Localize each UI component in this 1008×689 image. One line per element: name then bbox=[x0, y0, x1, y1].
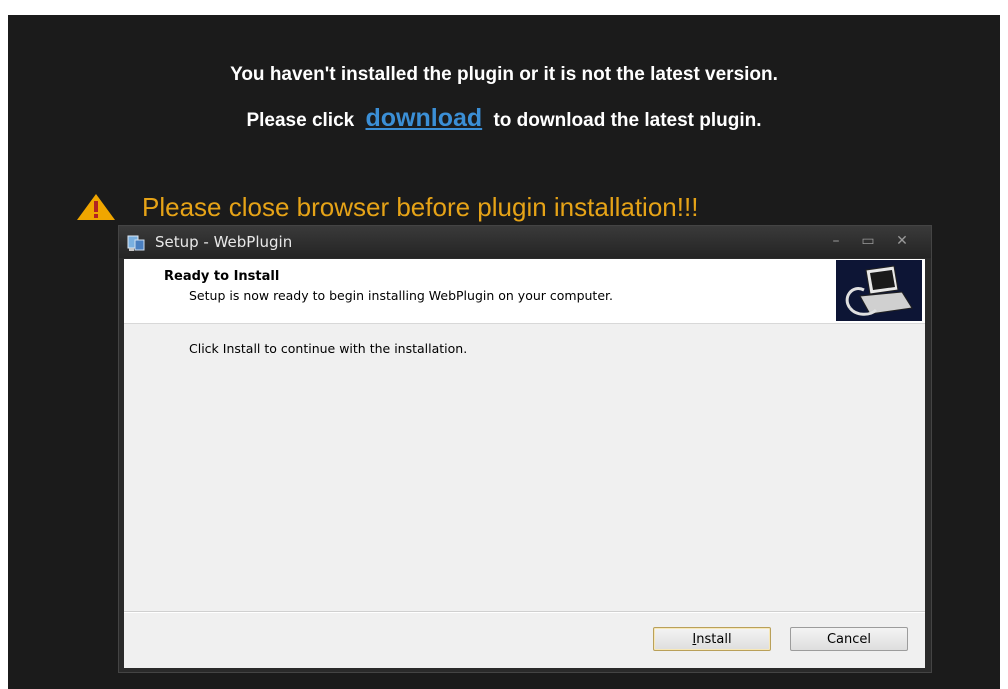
dialog-titlebar[interactable]: Setup - WebPlugin – ▭ ✕ bbox=[119, 226, 931, 258]
maximize-button[interactable]: ▭ bbox=[857, 231, 879, 251]
plugin-status-message: You haven't installed the plugin or it i… bbox=[230, 64, 778, 85]
setup-app-icon bbox=[127, 235, 145, 251]
download-instruction-suffix: to download the latest plugin. bbox=[493, 110, 762, 131]
cancel-button[interactable]: Cancel bbox=[790, 627, 908, 651]
button-area-divider bbox=[124, 611, 925, 613]
wizard-body-text: Click Install to continue with the insta… bbox=[189, 341, 468, 356]
dialog-title: Setup - WebPlugin bbox=[155, 233, 293, 251]
warning-triangle-icon bbox=[77, 194, 115, 220]
warning-text: Please close browser before plugin insta… bbox=[142, 191, 699, 222]
wizard-header-subtitle: Setup is now ready to begin installing W… bbox=[189, 288, 613, 303]
install-label: nstall bbox=[696, 632, 732, 647]
download-instruction-prefix: Please click bbox=[246, 110, 355, 131]
install-button[interactable]: Install bbox=[653, 627, 771, 651]
download-instruction: Please click download to download the la… bbox=[0, 104, 1008, 133]
dialog-client-area: Ready to Install Setup is now ready to b… bbox=[124, 259, 925, 668]
minimize-button[interactable]: – bbox=[825, 231, 847, 251]
download-link[interactable]: download bbox=[366, 104, 483, 132]
close-button[interactable]: ✕ bbox=[891, 231, 913, 251]
wizard-header: Ready to Install Setup is now ready to b… bbox=[124, 259, 925, 324]
close-browser-warning: Please close browser before plugin insta… bbox=[76, 190, 698, 224]
wizard-header-title: Ready to Install bbox=[164, 269, 280, 284]
installer-computer-icon bbox=[836, 260, 922, 321]
setup-dialog: Setup - WebPlugin – ▭ ✕ Ready to Install… bbox=[118, 225, 932, 673]
